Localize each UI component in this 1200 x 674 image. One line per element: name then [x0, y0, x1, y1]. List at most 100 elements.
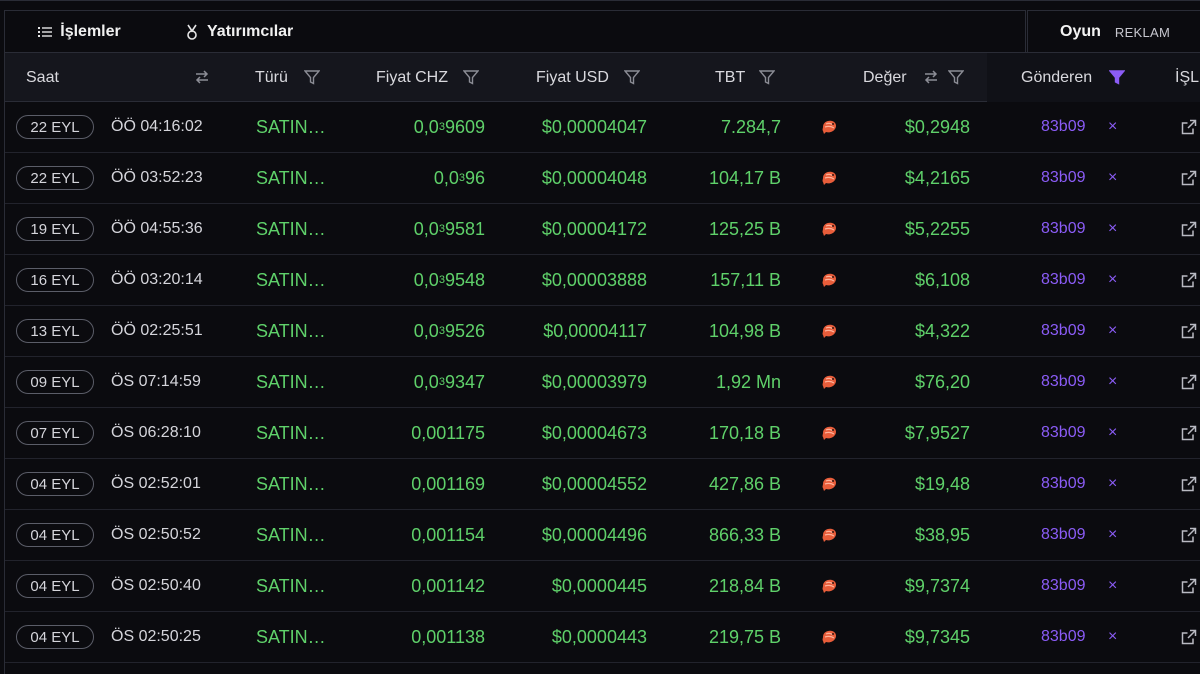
price-chz: 0,0 3 9548 [413, 269, 485, 290]
table-row[interactable]: 09 EYL ÖS 07:14:59 SATIN… 0,0 3 9347 $0,00… [5, 357, 1200, 408]
shrimp-icon [822, 120, 836, 134]
shrimp-icon [822, 477, 836, 491]
type-text: SATIN… [256, 269, 326, 290]
date-badge: 07 EYL [16, 421, 94, 445]
remove-filter-icon[interactable]: × [1108, 306, 1117, 356]
shrimp-icon [822, 630, 836, 644]
value-usd: $4,322 [914, 320, 970, 341]
table-row[interactable]: 22 EYL ÖÖ 04:16:02 SATIN… 0,0 3 9609 $0,00… [5, 102, 1200, 153]
table-row[interactable]: 04 EYL ÖS 02:50:25 SATIN… 0,001138 $0,00… [5, 612, 1200, 663]
table-row[interactable]: 04 EYL ÖS 02:50:52 SATIN… 0,001154 $0,00… [5, 510, 1200, 561]
tbt-amount: 866,33 B [708, 524, 781, 545]
remove-filter-icon[interactable]: × [1108, 561, 1117, 611]
filter-icon[interactable] [623, 68, 641, 86]
external-link-icon[interactable] [1181, 119, 1197, 135]
swap-icon[interactable] [193, 68, 211, 86]
type-text: SATIN… [256, 218, 326, 239]
sender-link[interactable]: 83b09 [1041, 459, 1086, 509]
sender-link[interactable]: 83b09 [1041, 204, 1086, 254]
sender-link[interactable]: 83b09 [1041, 561, 1086, 611]
table-row[interactable]: 04 EYL ÖS 02:50:40 SATIN… 0,001142 $0,00… [5, 561, 1200, 612]
remove-filter-icon[interactable]: × [1108, 408, 1117, 458]
sender-link[interactable]: 83b09 [1041, 102, 1086, 152]
value-usd: $38,95 [914, 524, 970, 545]
date-badge: 22 EYL [16, 166, 94, 190]
date-badge: 04 EYL [16, 574, 94, 598]
external-link-icon[interactable] [1181, 425, 1197, 441]
external-link-icon[interactable] [1181, 629, 1197, 645]
col-transaction: İŞL [1175, 68, 1200, 86]
external-link-icon[interactable] [1181, 272, 1197, 288]
filter-icon[interactable] [462, 68, 480, 86]
remove-filter-icon[interactable]: × [1108, 255, 1117, 305]
tbt-amount: 125,25 B [708, 218, 781, 239]
sender-link[interactable]: 83b09 [1041, 306, 1086, 356]
external-link-icon[interactable] [1181, 527, 1197, 543]
time-text: ÖS 07:14:59 [111, 373, 201, 390]
table-row[interactable]: 16 EYL ÖÖ 03:20:14 SATIN… 0,0 3 9548 $0,00… [5, 255, 1200, 306]
filter-icon[interactable] [758, 68, 776, 86]
swap-icon[interactable] [922, 68, 940, 86]
filter-icon[interactable] [303, 68, 321, 86]
sender-link[interactable]: 83b09 [1041, 612, 1086, 662]
external-link-icon[interactable] [1181, 374, 1197, 390]
external-link-icon[interactable] [1181, 323, 1197, 339]
value-usd: $5,2255 [904, 218, 970, 239]
sender-link[interactable]: 83b09 [1041, 357, 1086, 407]
remove-filter-icon[interactable]: × [1108, 357, 1117, 407]
price-chz: 0,0 3 9347 [413, 371, 485, 392]
shrimp-icon [822, 528, 836, 542]
sender-link[interactable]: 83b09 [1041, 510, 1086, 560]
date-badge: 04 EYL [16, 625, 94, 649]
sender-link[interactable]: 83b09 [1041, 153, 1086, 203]
col-time: Saat [26, 68, 59, 86]
remove-filter-icon[interactable]: × [1108, 612, 1117, 662]
right-panel: Oyun REKLAM [1027, 10, 1200, 53]
filter-active-icon[interactable] [1108, 68, 1126, 86]
sender-link[interactable]: 83b09 [1041, 255, 1086, 305]
remove-filter-icon[interactable]: × [1108, 102, 1117, 152]
type-text: SATIN… [256, 320, 326, 341]
col-price-chz: Fiyat CHZ [376, 68, 448, 86]
price-usd: $0,00004673 [541, 422, 647, 443]
table-row[interactable]: 19 EYL ÖÖ 04:55:36 SATIN… 0,0 3 9581 $0,00… [5, 204, 1200, 255]
shrimp-icon [822, 324, 836, 338]
col-sender: Gönderen [1021, 68, 1093, 86]
table-row[interactable]: 22 EYL ÖÖ 03:52:23 SATIN… 0,0 3 96 $0,0000… [5, 153, 1200, 204]
filter-icon[interactable] [947, 68, 965, 86]
shrimp-icon [822, 426, 836, 440]
external-link-icon[interactable] [1181, 476, 1197, 492]
time-text: ÖS 06:28:10 [111, 424, 201, 441]
price-chz: 0,0 3 9609 [413, 116, 485, 137]
date-badge: 09 EYL [16, 370, 94, 394]
tbt-amount: 7.284,7 [720, 116, 781, 137]
external-link-icon[interactable] [1181, 221, 1197, 237]
sender-link[interactable]: 83b09 [1041, 408, 1086, 458]
value-usd: $19,48 [914, 473, 970, 494]
shrimp-icon [822, 579, 836, 593]
game-label[interactable]: Oyun [1060, 23, 1101, 41]
external-link-icon[interactable] [1181, 170, 1197, 186]
date-badge: 13 EYL [16, 319, 94, 343]
table-row[interactable]: 07 EYL ÖS 06:28:10 SATIN… 0,001175 $0,00… [5, 408, 1200, 459]
date-badge: 19 EYL [16, 217, 94, 241]
external-link-icon[interactable] [1181, 578, 1197, 594]
tbt-amount: 1,92 Mn [715, 371, 781, 392]
tab-investors[interactable]: Yatırımcılar [185, 11, 293, 53]
table-row[interactable]: 04 EYL ÖS 02:52:01 SATIN… 0,001169 $0,00… [5, 459, 1200, 510]
remove-filter-icon[interactable]: × [1108, 153, 1117, 203]
top-bar: İşlemler Yatırımcılar Oyun REKLAM [0, 0, 1200, 54]
remove-filter-icon[interactable]: × [1108, 459, 1117, 509]
table-row[interactable]: 13 EYL ÖÖ 02:25:51 SATIN… 0,0 3 9526 $0,00… [5, 306, 1200, 357]
price-usd: $0,00004552 [541, 473, 647, 494]
tab-transactions[interactable]: İşlemler [5, 11, 154, 54]
type-text: SATIN… [256, 371, 326, 392]
col-value: Değer [863, 68, 907, 86]
date-badge: 04 EYL [16, 523, 94, 547]
remove-filter-icon[interactable]: × [1108, 510, 1117, 560]
time-text: ÖÖ 02:25:51 [111, 322, 203, 339]
price-chz: 0,0 3 9581 [413, 218, 485, 239]
time-text: ÖS 02:52:01 [111, 475, 201, 492]
remove-filter-icon[interactable]: × [1108, 204, 1117, 254]
tbt-amount: 104,98 B [708, 320, 781, 341]
